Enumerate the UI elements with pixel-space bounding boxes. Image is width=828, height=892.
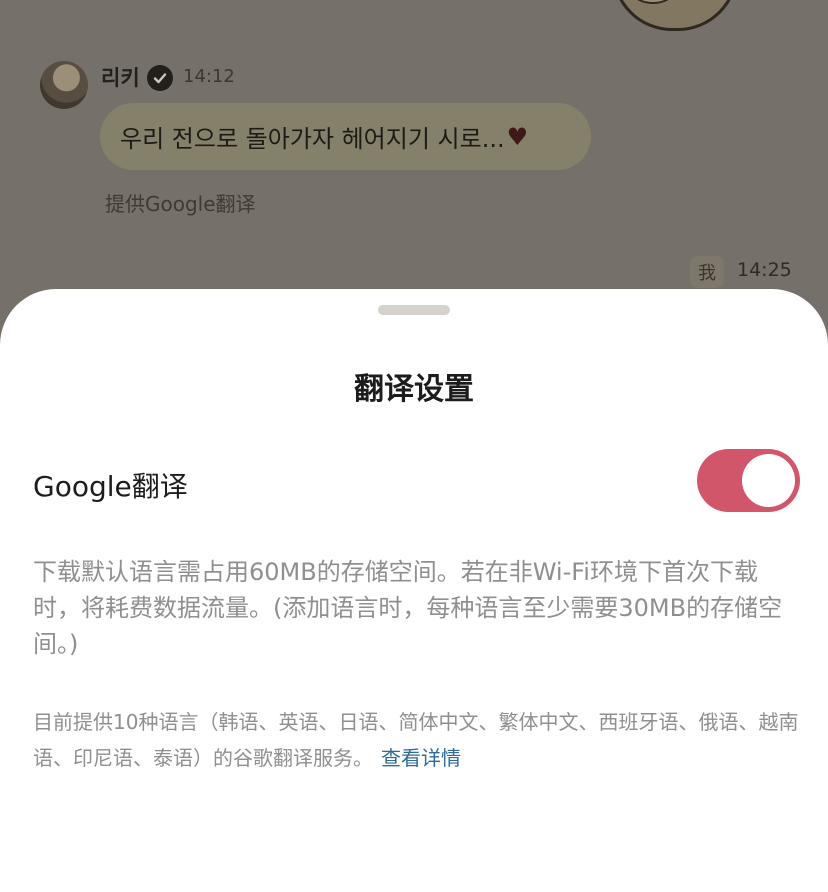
toggle-knob bbox=[742, 454, 795, 507]
message-time: 14:12 bbox=[183, 66, 235, 87]
heart-emoji: ♥ bbox=[506, 122, 529, 151]
sheet-drag-handle[interactable] bbox=[378, 305, 450, 315]
message-text: 우리 전으로 돌아가자 헤어지기 시로... bbox=[120, 125, 505, 153]
my-message-time: 14:25 bbox=[737, 259, 792, 281]
sender-name: 리키 bbox=[101, 66, 140, 90]
verified-badge-icon bbox=[147, 65, 173, 91]
translated-by-label: 提供Google翻译 bbox=[105, 192, 256, 216]
languages-note: 目前提供10种语言（韩语、英语、日语、简体中文、繁体中文、西班牙语、俄语、越南语… bbox=[33, 704, 803, 776]
translation-settings-sheet: 翻译设置 Google翻译 下载默认语言需占用60MB的存储空间。若在非Wi-F… bbox=[0, 289, 828, 892]
me-badge: 我 bbox=[690, 256, 724, 288]
avatar[interactable] bbox=[40, 61, 88, 109]
storage-description: 下载默认语言需占用60MB的存储空间。若在非Wi-Fi环境下首次下载时，将耗费数… bbox=[33, 558, 783, 658]
view-details-link[interactable]: 查看详情 bbox=[381, 746, 461, 770]
google-translate-label: Google翻译 bbox=[33, 470, 188, 503]
google-translate-toggle[interactable] bbox=[697, 449, 800, 512]
message-bubble[interactable]: 우리 전으로 돌아가자 헤어지기 시로... ♥ bbox=[100, 103, 591, 170]
sticker-image bbox=[612, 0, 738, 31]
sheet-title: 翻译设置 bbox=[354, 372, 474, 407]
